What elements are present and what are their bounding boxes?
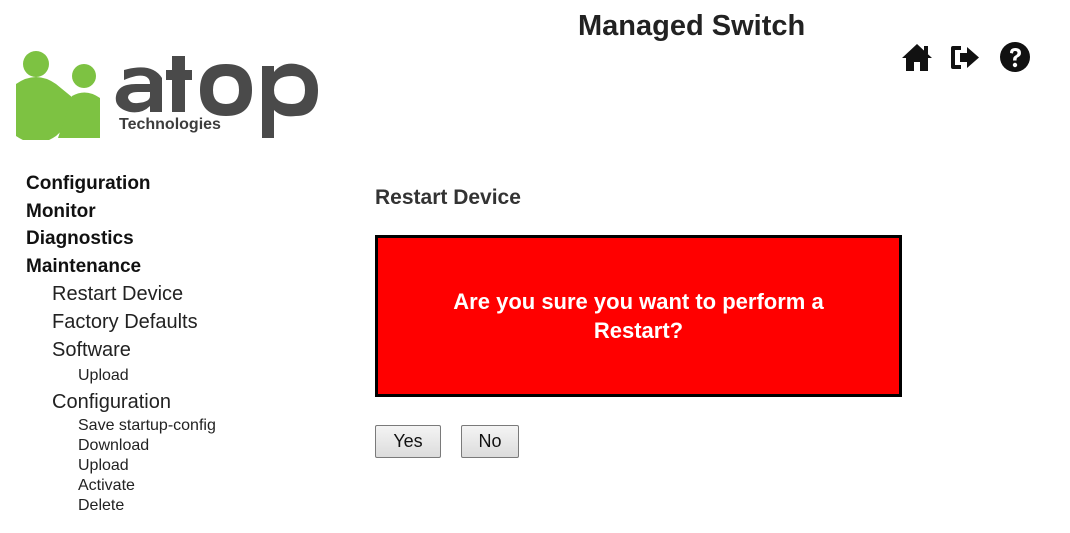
restart-warning-box: Are you sure you want to perform a Resta…: [375, 235, 902, 397]
sidebar-item-save-startup-config[interactable]: Save startup-config: [26, 416, 306, 436]
logo-subtitle: Technologies: [119, 116, 221, 133]
sidebar-nav: Configuration Monitor Diagnostics Mainte…: [26, 170, 306, 516]
sidebar-item-diagnostics[interactable]: Diagnostics: [26, 225, 306, 253]
sidebar-item-config-download[interactable]: Download: [26, 436, 306, 456]
sidebar-item-config-delete[interactable]: Delete: [26, 496, 306, 516]
sidebar-item-software-upload[interactable]: Upload: [26, 364, 306, 388]
help-icon[interactable]: [998, 40, 1032, 74]
sidebar-item-factory-defaults[interactable]: Factory Defaults: [26, 308, 306, 336]
company-logo[interactable]: Technologies: [12, 40, 322, 140]
page-title: Restart Device: [375, 186, 521, 209]
home-icon[interactable]: [900, 40, 934, 74]
sidebar-item-configuration[interactable]: Configuration: [26, 170, 306, 198]
sidebar-item-configuration-sub[interactable]: Configuration: [26, 388, 306, 416]
sidebar-item-config-upload[interactable]: Upload: [26, 456, 306, 476]
yes-button[interactable]: Yes: [375, 425, 441, 458]
sidebar-item-config-activate[interactable]: Activate: [26, 476, 306, 496]
sidebar-item-monitor[interactable]: Monitor: [26, 198, 306, 226]
app-title: Managed Switch: [578, 10, 806, 42]
page: Technologies Managed Switch Configuratio…: [0, 0, 1070, 533]
restart-warning-text: Are you sure you want to perform a Resta…: [453, 289, 824, 343]
header-toolbar: [900, 40, 1060, 80]
sidebar-item-maintenance[interactable]: Maintenance: [26, 253, 306, 281]
no-button[interactable]: No: [461, 425, 519, 458]
sidebar-item-software[interactable]: Software: [26, 336, 306, 364]
logout-icon[interactable]: [948, 40, 982, 74]
sidebar-item-restart-device[interactable]: Restart Device: [26, 280, 306, 308]
